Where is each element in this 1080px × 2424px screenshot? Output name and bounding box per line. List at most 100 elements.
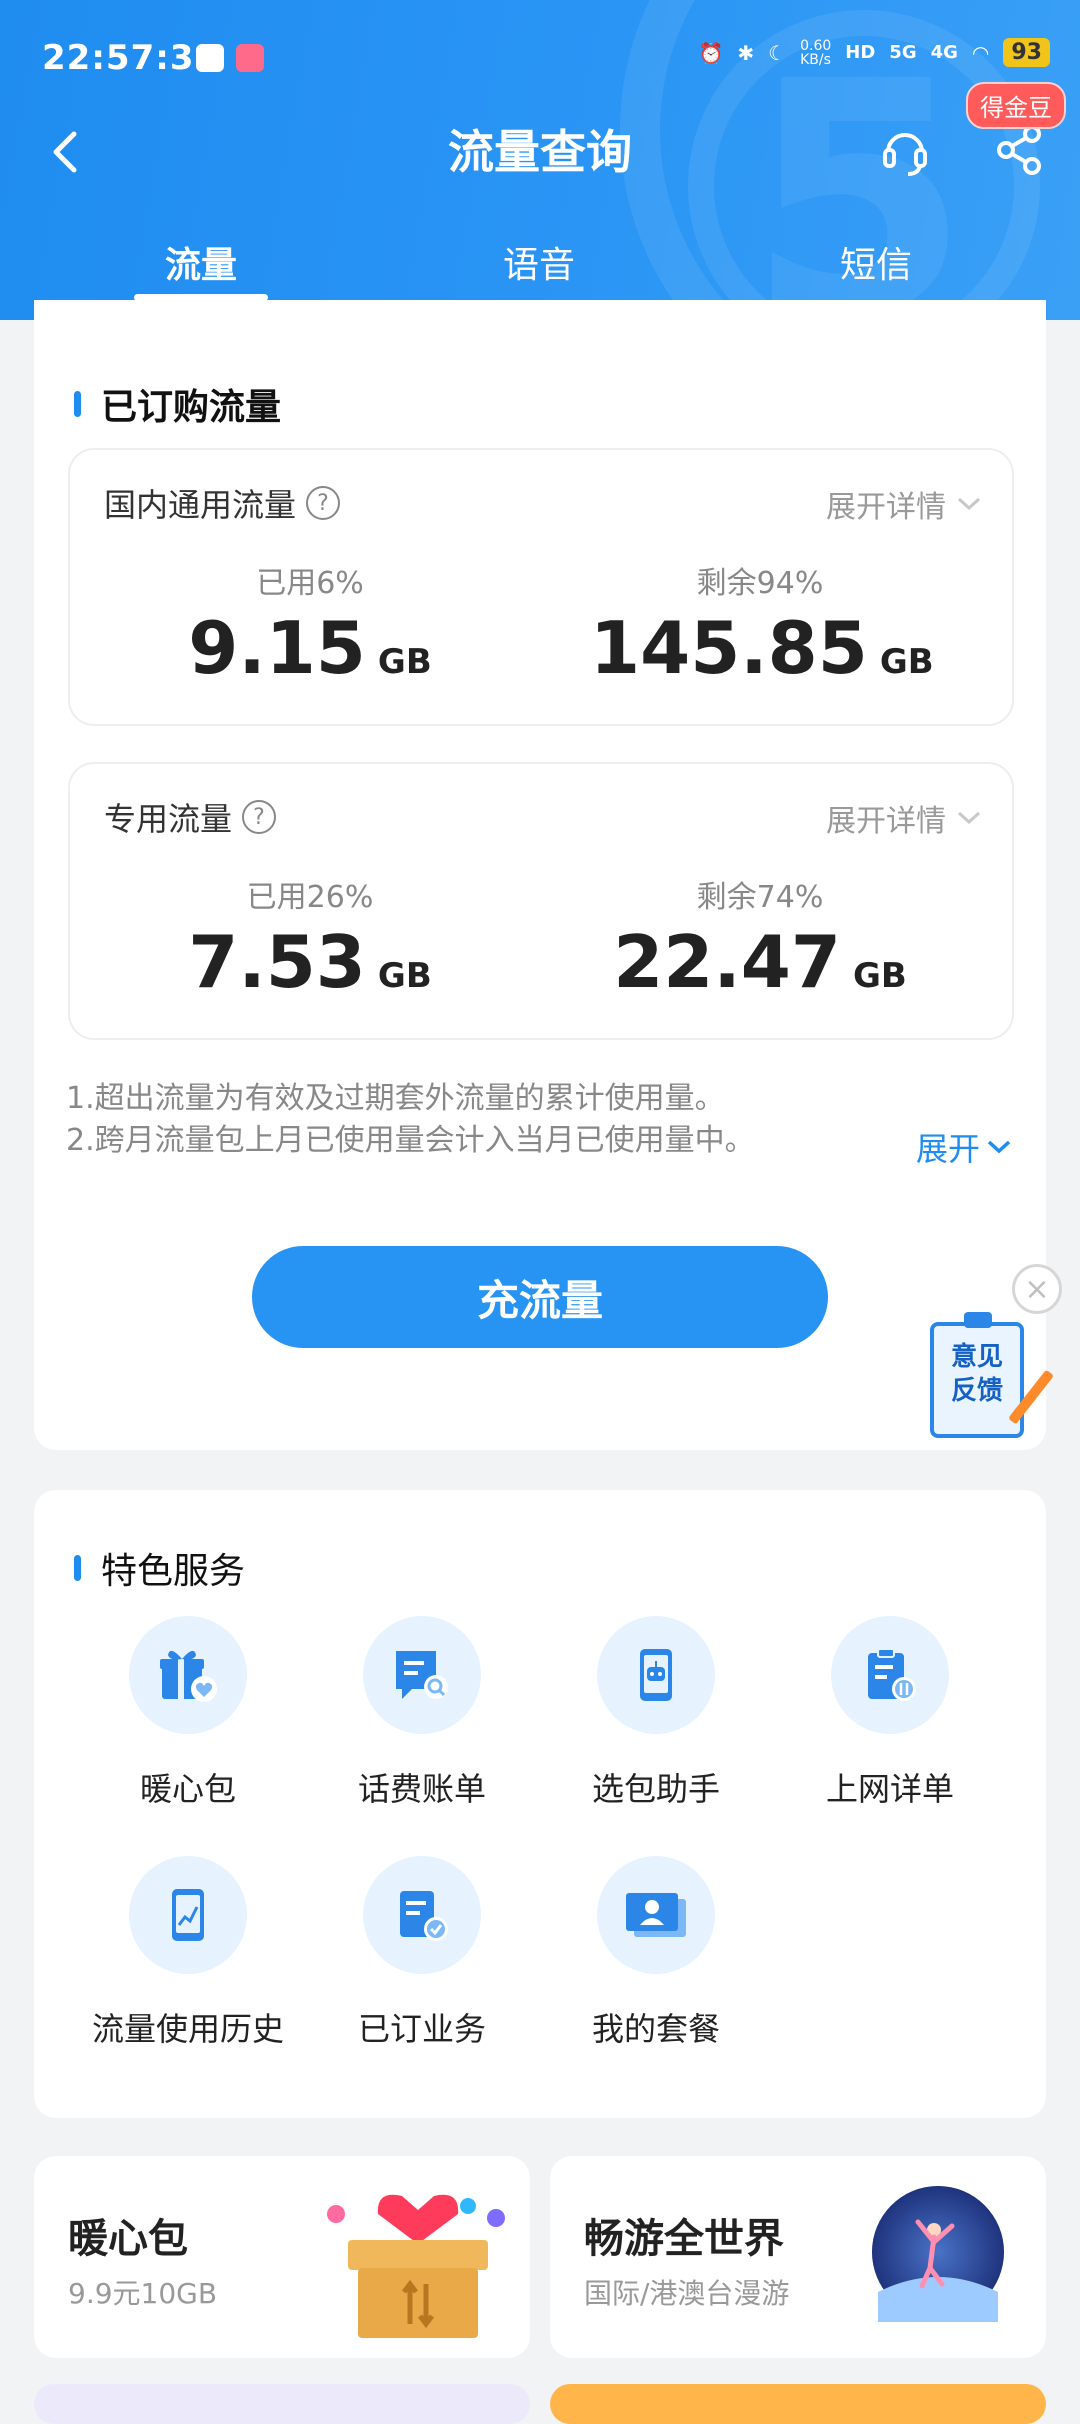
wifi-icon: ◠ bbox=[971, 40, 990, 65]
customer-service-icon[interactable] bbox=[880, 120, 930, 180]
clipboard-data-icon bbox=[831, 1616, 949, 1734]
chevron-down-icon bbox=[957, 497, 981, 511]
gift-icon bbox=[129, 1616, 247, 1734]
chevron-down-icon bbox=[987, 1140, 1011, 1154]
alarm-icon: ⏰ bbox=[698, 40, 724, 65]
service-label: 已订业务 bbox=[357, 2010, 486, 2048]
used-value-row: 9.15 GB bbox=[160, 606, 460, 690]
expand-details-button[interactable]: 展开详情 bbox=[826, 796, 982, 840]
recharge-data-button[interactable]: 充流量 bbox=[252, 1246, 828, 1348]
section-header: 特色服务 bbox=[74, 1542, 245, 1594]
service-warm-pack[interactable]: 暖心包 bbox=[72, 1616, 304, 1810]
signal-5g: 5G bbox=[889, 42, 917, 63]
tab-sms[interactable]: 短信 bbox=[840, 236, 912, 288]
domestic-data-title: 国内通用流量 bbox=[104, 486, 297, 524]
remaining-stat: 剩余74% 22.47 GB bbox=[610, 872, 910, 1004]
service-package-assistant[interactable]: 选包助手 bbox=[540, 1616, 772, 1810]
box-title-row: 国内通用流量 ? bbox=[104, 480, 341, 526]
used-value-row: 7.53 GB bbox=[160, 920, 460, 1004]
header-banner: 5 22:57:34 ⏰ ✱ ☾ 0.60 KB/s HD 5G 4G ◠ 93… bbox=[0, 0, 1080, 320]
service-subscribed[interactable]: 已订业务 bbox=[306, 1856, 538, 2050]
signal-4g: 4G bbox=[930, 42, 958, 63]
section-title: 已订购流量 bbox=[101, 387, 282, 428]
profile-card-icon bbox=[597, 1856, 715, 1974]
tab-data[interactable]: 流量 bbox=[165, 236, 237, 288]
status-icons: ⏰ ✱ ☾ 0.60 KB/s HD 5G 4G ◠ 93 bbox=[698, 37, 1050, 68]
remaining-unit: GB bbox=[879, 642, 934, 682]
remaining-value: 145.85 bbox=[590, 606, 868, 690]
chevron-down-icon bbox=[957, 811, 981, 825]
traveler-illustration bbox=[872, 2186, 1004, 2322]
remaining-unit: GB bbox=[852, 956, 907, 996]
robot-phone-icon bbox=[597, 1616, 715, 1734]
promo-title: 畅游全世界 bbox=[584, 2216, 784, 2262]
service-data-detail[interactable]: 上网详单 bbox=[774, 1616, 1006, 1810]
promo-card-warm-pack[interactable]: 暖心包 9.9元10GB bbox=[34, 2156, 530, 2358]
used-label: 已用26% bbox=[246, 880, 374, 915]
note-line: 1.超出流量为有效及过期套外流量的累计使用量。 bbox=[66, 1081, 725, 1116]
usage-notes: 1.超出流量为有效及过期套外流量的累计使用量。 2.跨月流量包上月已使用量会计入… bbox=[66, 1078, 755, 1162]
phone-chart-icon bbox=[129, 1856, 247, 1974]
expand-details-label: 展开详情 bbox=[826, 490, 946, 525]
feedback-label-line: 反馈 bbox=[950, 1376, 1003, 1406]
promo-card-roaming[interactable]: 畅游全世界 国际/港澳台漫游 bbox=[550, 2156, 1046, 2358]
remaining-value-row: 145.85 GB bbox=[590, 606, 934, 690]
service-bill[interactable]: 话费账单 bbox=[306, 1616, 538, 1810]
app-notification-icon bbox=[196, 44, 224, 72]
section-accent-bar bbox=[74, 391, 81, 417]
remaining-stat: 剩余94% 145.85 GB bbox=[590, 558, 934, 690]
promo-card-peek bbox=[550, 2384, 1046, 2424]
used-label: 已用6% bbox=[256, 566, 364, 601]
service-label: 话费账单 bbox=[357, 1770, 486, 1808]
bluetooth-icon: ✱ bbox=[737, 40, 755, 65]
used-stat: 已用26% 7.53 GB bbox=[160, 872, 460, 1004]
promo-card-peek bbox=[34, 2384, 530, 2424]
battery-indicator: 93 bbox=[1003, 38, 1050, 67]
section-header: 已订购流量 bbox=[74, 378, 281, 430]
service-label: 暖心包 bbox=[139, 1770, 236, 1808]
section-title: 特色服务 bbox=[101, 1551, 246, 1592]
box-title-row: 专用流量 ? bbox=[104, 794, 277, 840]
feedback-label-line: 意见 bbox=[950, 1342, 1003, 1372]
bill-search-icon bbox=[363, 1616, 481, 1734]
used-value: 7.53 bbox=[188, 920, 366, 1004]
section-accent-bar bbox=[74, 1555, 81, 1581]
note-line: 2.跨月流量包上月已使用量会计入当月已使用量中。 bbox=[66, 1123, 755, 1158]
status-bar: 22:57:34 ⏰ ✱ ☾ 0.60 KB/s HD 5G 4G ◠ 93 bbox=[0, 0, 1080, 116]
nav-bar: 流量查询 bbox=[0, 110, 1080, 210]
document-check-icon bbox=[363, 1856, 481, 1974]
promo-title: 暖心包 bbox=[68, 2216, 188, 2262]
service-label: 我的套餐 bbox=[591, 2010, 720, 2048]
remaining-value: 22.47 bbox=[613, 920, 841, 1004]
app-notification-icon bbox=[236, 44, 264, 72]
used-unit: GB bbox=[377, 642, 432, 682]
featured-services-card: 特色服务 暖心包 话费账单 选包助手 上网详单 流量使用历史 已订业务 我的套餐 bbox=[34, 1490, 1046, 2118]
gift-box-illustration bbox=[327, 2194, 505, 2338]
expand-details-button[interactable]: 展开详情 bbox=[826, 482, 982, 526]
gold-coin-badge[interactable]: 得金豆 bbox=[966, 82, 1066, 129]
service-label: 上网详单 bbox=[825, 1770, 954, 1808]
used-stat: 已用6% 9.15 GB bbox=[160, 558, 460, 690]
purchased-data-card: 已订购流量 国内通用流量 ? 展开详情 已用6% 9.15 GB 剩余94% 14… bbox=[34, 300, 1046, 1450]
help-icon[interactable]: ? bbox=[306, 486, 341, 520]
used-value: 9.15 bbox=[188, 606, 366, 690]
remaining-label: 剩余74% bbox=[696, 880, 824, 915]
tab-voice[interactable]: 语音 bbox=[503, 236, 575, 288]
feedback-floating-button[interactable]: 意见 反馈 bbox=[930, 1312, 1055, 1438]
service-label: 流量使用历史 bbox=[91, 2010, 284, 2048]
remaining-value-row: 22.47 GB bbox=[610, 920, 910, 1004]
notes-expand-label: 展开 bbox=[915, 1130, 980, 1168]
share-icon[interactable] bbox=[992, 120, 1048, 180]
help-icon[interactable]: ? bbox=[242, 800, 277, 834]
notes-expand-button[interactable]: 展开 bbox=[916, 1124, 1012, 1170]
hd-icon: HD bbox=[845, 42, 876, 63]
service-my-plan[interactable]: 我的套餐 bbox=[540, 1856, 772, 2050]
dedicated-data-box: 专用流量 ? 展开详情 已用26% 7.53 GB 剩余74% 22.47 GB bbox=[68, 762, 1014, 1040]
clipboard-clip bbox=[964, 1312, 992, 1328]
net-speed: 0.60 KB/s bbox=[800, 37, 832, 68]
close-icon[interactable]: × bbox=[1012, 1264, 1062, 1314]
promo-subtitle: 国际/港澳台漫游 bbox=[584, 2277, 790, 2310]
service-usage-history[interactable]: 流量使用历史 bbox=[72, 1856, 304, 2050]
promo-subtitle: 9.9元10GB bbox=[68, 2277, 218, 2310]
dedicated-data-title: 专用流量 bbox=[104, 800, 233, 838]
